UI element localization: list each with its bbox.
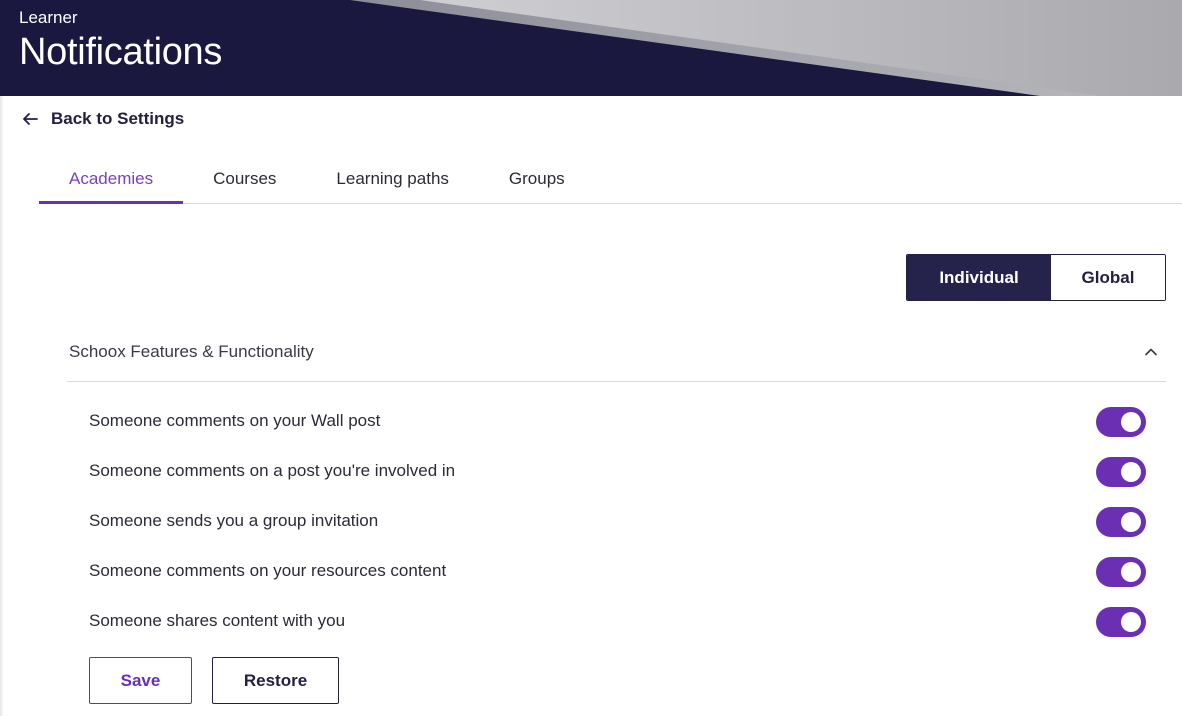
setting-label: Someone sends you a group invitation	[89, 511, 379, 530]
tab-courses[interactable]: Courses	[183, 158, 306, 204]
chevron-up-icon[interactable]	[1144, 345, 1158, 364]
setting-label: Someone comments on your Wall post	[89, 411, 381, 430]
setting-toggle[interactable]	[1096, 457, 1146, 487]
toggle-knob	[1121, 612, 1141, 632]
scope-segmented-control: Individual Global	[906, 254, 1166, 301]
setting-row: Someone comments on a post you're involv…	[89, 457, 1146, 487]
individual-option[interactable]: Individual	[907, 255, 1051, 300]
tab-label: Groups	[508, 169, 565, 188]
setting-label: Someone comments on your resources conte…	[89, 561, 447, 580]
setting-row: Someone sends you a group invitation	[89, 507, 1146, 537]
setting-row: Someone comments on your Wall post	[89, 407, 1146, 437]
setting-toggle[interactable]	[1096, 557, 1146, 587]
section-header[interactable]: Schoox Features & Functionality	[67, 328, 1166, 382]
tab-groups[interactable]: Groups	[479, 158, 595, 204]
setting-toggle[interactable]	[1096, 607, 1146, 637]
restore-button[interactable]: Restore	[212, 657, 339, 704]
setting-row: Someone shares content with you	[89, 607, 1146, 637]
arrow-left-icon	[21, 110, 39, 128]
setting-toggle[interactable]	[1096, 407, 1146, 437]
toggle-knob	[1121, 412, 1141, 432]
page-header: Learner Notifications	[0, 0, 1182, 96]
tab-learning-paths[interactable]: Learning paths	[306, 158, 478, 204]
page-title: Notifications	[19, 31, 223, 73]
tab-label: Learning paths	[336, 169, 449, 188]
back-link-label: Back to Settings	[51, 109, 185, 128]
save-button[interactable]: Save	[89, 657, 192, 704]
setting-toggle[interactable]	[1096, 507, 1146, 537]
left-edge-shadow	[0, 96, 4, 716]
global-option[interactable]: Global	[1051, 255, 1165, 300]
toggle-knob	[1121, 462, 1141, 482]
tab-bar: Academies Courses Learning paths Groups	[39, 158, 595, 204]
section-title: Schoox Features & Functionality	[69, 342, 314, 361]
setting-label: Someone comments on a post you're involv…	[89, 461, 456, 480]
setting-label: Someone shares content with you	[89, 611, 346, 630]
back-to-settings-link[interactable]: Back to Settings	[21, 108, 184, 130]
tab-label: Academies	[69, 169, 154, 188]
toggle-knob	[1121, 562, 1141, 582]
setting-row: Someone comments on your resources conte…	[89, 557, 1146, 587]
tab-academies[interactable]: Academies	[39, 158, 184, 204]
tab-label: Courses	[213, 169, 277, 188]
user-role-label: Learner	[19, 8, 78, 27]
toggle-knob	[1121, 512, 1141, 532]
